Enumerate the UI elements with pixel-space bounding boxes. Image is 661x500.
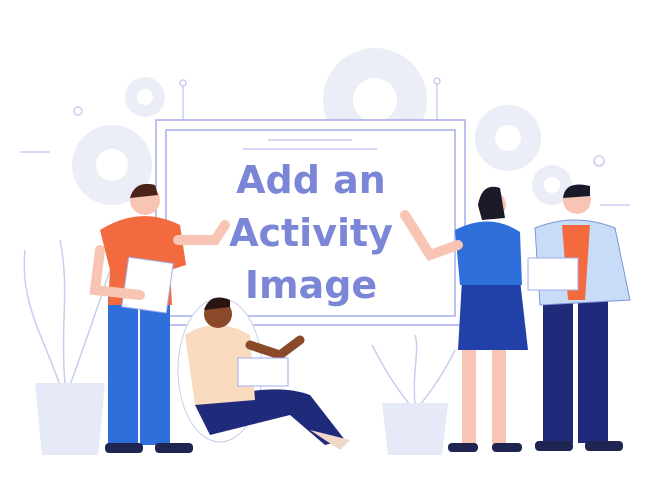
plant-center — [371, 334, 456, 455]
board-line-1: Add an — [236, 158, 386, 202]
illustration: Add an Activity Image — [20, 48, 631, 455]
person-standing-right — [527, 184, 631, 451]
activity-image-placeholder: Add an Activity Image — [0, 0, 661, 500]
board-line-2: Activity — [229, 211, 393, 255]
board-line-3: Image — [245, 263, 377, 307]
presentation-board: Add an Activity Image — [155, 119, 466, 326]
